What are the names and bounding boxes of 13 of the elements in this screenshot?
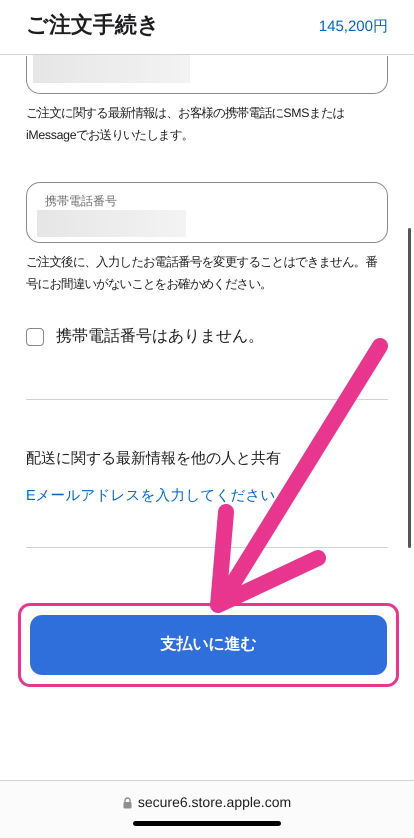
order-total: 145,200円 xyxy=(318,16,388,37)
checkbox-label: 携帯電話番号はありません。 xyxy=(56,326,264,347)
phone-note: ご注文後に、入力したお電話番号を変更することはできません。番号にお間違いがないことをお確かめください。 xyxy=(26,254,378,293)
share-heading: 配送に関する最新情報を他の人と共有 xyxy=(26,449,281,469)
pay-button[interactable]: 支払いに進む xyxy=(30,615,387,675)
email-note: ご注文に関する最新情報は、お客様の携帯電話にSMSまたはiMessageでお送りいたします。 xyxy=(26,105,346,144)
lock-icon xyxy=(122,796,132,808)
checkbox[interactable] xyxy=(26,328,44,346)
url-text: secure6.store.apple.com xyxy=(138,793,292,812)
phone-field[interactable]: 携帯電話番号 xyxy=(26,182,388,243)
email-link[interactable]: Eメールアドレスを入力してください xyxy=(26,485,276,507)
field-label: 携帯電話番号 xyxy=(44,194,118,208)
page-title: ご注文手続き xyxy=(26,10,160,38)
